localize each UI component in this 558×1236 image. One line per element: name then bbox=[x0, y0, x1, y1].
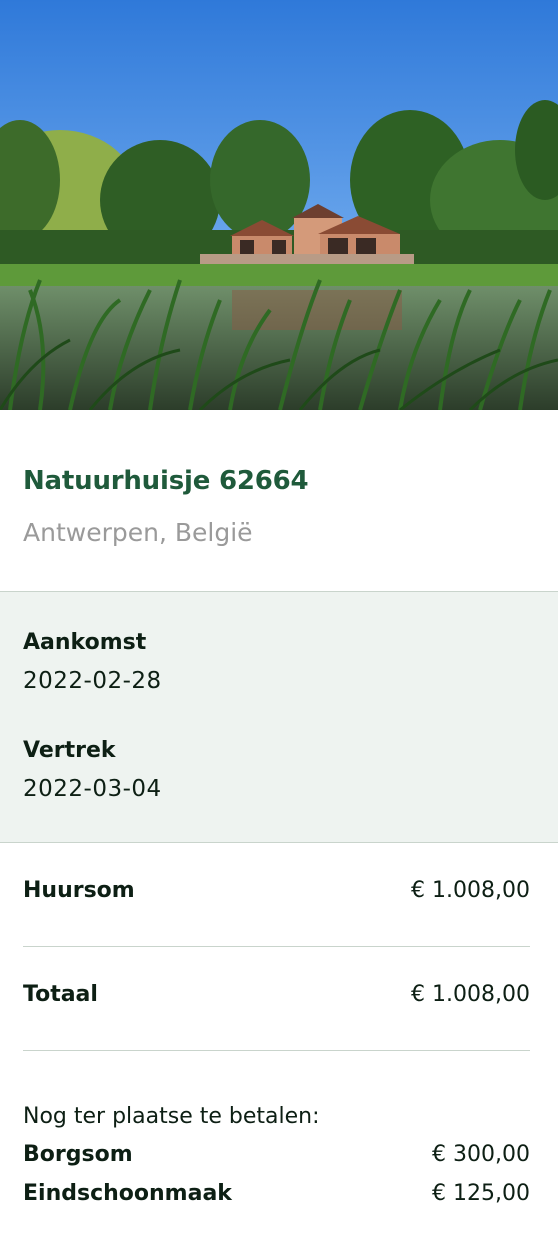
rent-label: Huursom bbox=[23, 878, 135, 903]
dates-panel: Aankomst 2022-02-28 Vertrek 2022-03-04 bbox=[0, 591, 558, 843]
onsite-item-deposit: Borgsom € 300,00 bbox=[23, 1142, 530, 1167]
rent-row: Huursom € 1.008,00 bbox=[23, 878, 530, 903]
departure-value: 2022-03-04 bbox=[23, 776, 162, 802]
deposit-value: € 300,00 bbox=[432, 1142, 530, 1167]
listing-photo bbox=[0, 0, 558, 410]
rent-value: € 1.008,00 bbox=[411, 878, 530, 903]
listing-title: Natuurhuisje 62664 bbox=[23, 466, 309, 496]
arrival-label: Aankomst bbox=[23, 630, 147, 655]
divider bbox=[23, 946, 530, 947]
cleaning-value: € 125,00 bbox=[432, 1181, 530, 1206]
cleaning-label: Eindschoonmaak bbox=[23, 1181, 232, 1206]
arrival-value: 2022-02-28 bbox=[23, 668, 162, 694]
departure-label: Vertrek bbox=[23, 738, 116, 763]
total-value: € 1.008,00 bbox=[411, 982, 530, 1007]
total-label: Totaal bbox=[23, 982, 98, 1007]
deposit-label: Borgsom bbox=[23, 1142, 133, 1167]
listing-location: Antwerpen, België bbox=[23, 518, 253, 547]
divider bbox=[23, 1050, 530, 1051]
total-row: Totaal € 1.008,00 bbox=[23, 982, 530, 1007]
onsite-item-cleaning: Eindschoonmaak € 125,00 bbox=[23, 1181, 530, 1206]
onsite-intro: Nog ter plaatse te betalen: bbox=[23, 1104, 320, 1129]
